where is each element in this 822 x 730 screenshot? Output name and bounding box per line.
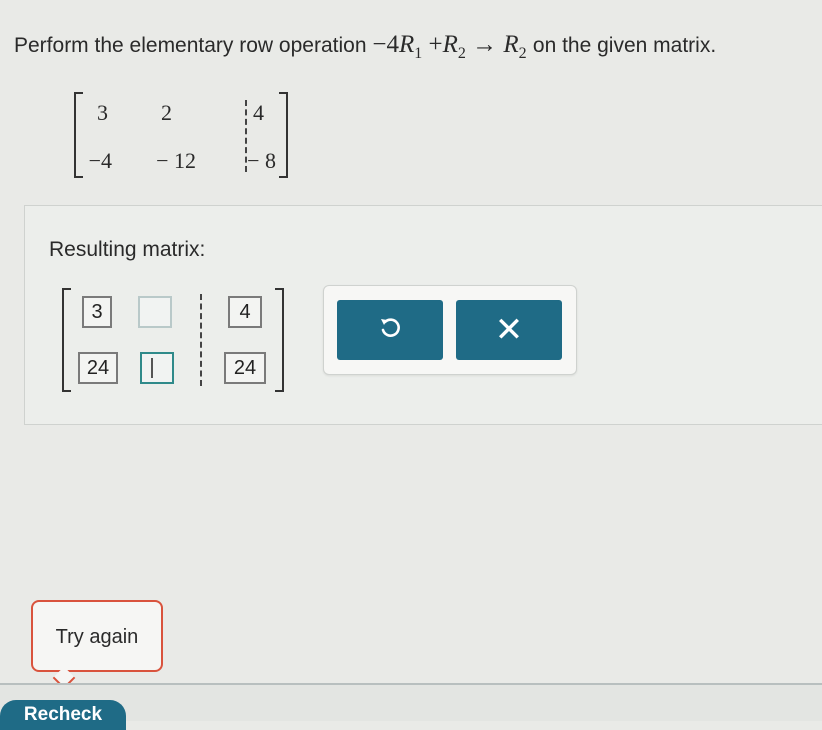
- action-toolbar: ✕: [323, 285, 577, 375]
- try-again-message: Try again: [31, 600, 163, 672]
- plus-sign: +: [428, 31, 443, 58]
- result-input-r1c1[interactable]: 3: [82, 296, 112, 328]
- row-letter-2: R: [442, 31, 458, 58]
- augment-divider: [245, 100, 247, 172]
- close-icon: ✕: [494, 311, 524, 349]
- result-matrix: 3 4 24 24: [62, 288, 284, 392]
- question-prefix: Perform the elementary row operation: [14, 34, 367, 57]
- result-input-r2c3[interactable]: 24: [224, 352, 266, 384]
- given-matrix: 3 2 4 −4 − 12 − 8: [74, 92, 288, 178]
- result-input-r1c2[interactable]: [138, 296, 172, 328]
- row-sub-target: 2: [518, 45, 527, 62]
- arrow-icon: →: [472, 31, 498, 58]
- row-letter-1: R: [398, 31, 415, 58]
- given-cell-r1c1: 3: [97, 100, 108, 125]
- operation-coefficient: −4: [372, 31, 399, 58]
- result-left-bracket: [62, 288, 71, 392]
- row-letter-target: R: [503, 31, 519, 58]
- result-label: Resulting matrix:: [49, 238, 206, 261]
- right-bracket: [279, 92, 288, 178]
- undo-icon: [378, 316, 402, 345]
- given-cell-r2c1: −4: [88, 148, 112, 173]
- undo-button[interactable]: [337, 300, 443, 360]
- clear-button[interactable]: ✕: [456, 300, 562, 360]
- text-cursor: [151, 358, 153, 378]
- row-sub-1: 1: [414, 45, 423, 62]
- given-cell-r1c2: 2: [161, 100, 172, 125]
- result-input-r2c2[interactable]: [140, 352, 174, 384]
- row-sub-2: 2: [457, 45, 466, 62]
- question-suffix: on the given matrix.: [532, 34, 717, 57]
- question-text: Perform the elementary row operation −4R…: [14, 28, 814, 71]
- result-right-bracket: [275, 288, 284, 392]
- result-input-r2c1[interactable]: 24: [78, 352, 118, 384]
- given-cell-r2c2: − 12: [156, 148, 196, 173]
- given-cell-r1c3: 4: [253, 100, 264, 125]
- recheck-button[interactable]: Recheck: [0, 700, 126, 730]
- row-operation: −4R1 +R2 → R2: [372, 31, 533, 62]
- result-input-r1c3[interactable]: 4: [228, 296, 262, 328]
- result-augment-divider: [200, 294, 202, 386]
